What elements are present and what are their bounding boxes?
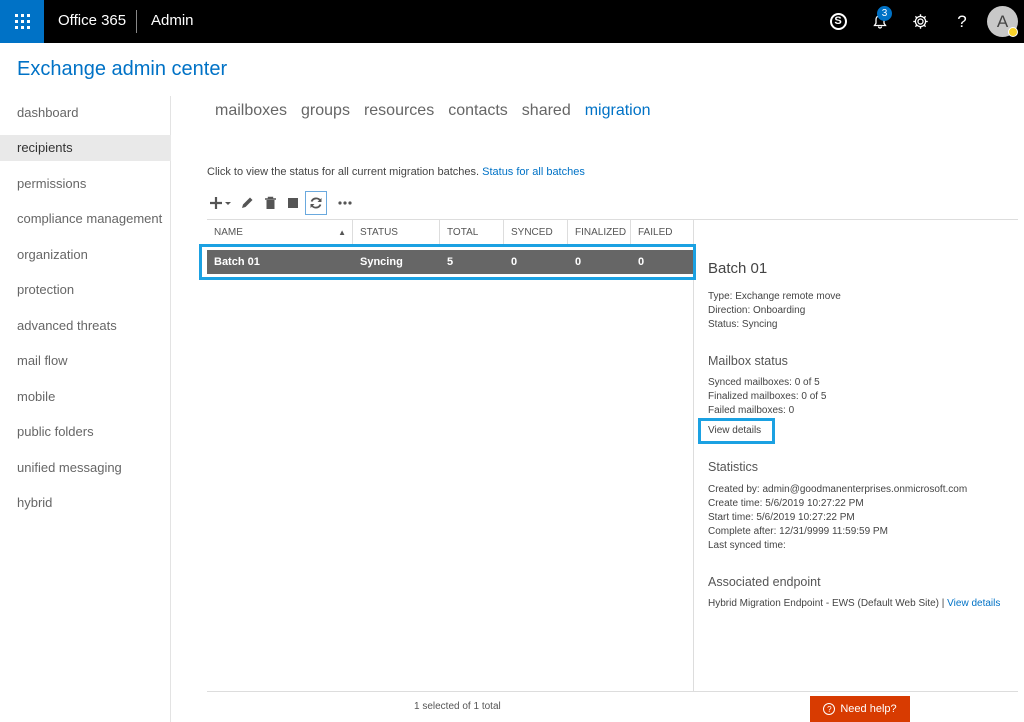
table-row[interactable]: Batch 01 Syncing 5 0 0 0 (207, 250, 694, 274)
view-details-link[interactable]: View details (708, 425, 761, 436)
column-header-synced[interactable]: SYNCED (504, 220, 568, 246)
tab-resources[interactable]: resources (364, 102, 434, 120)
cell-finalized: 0 (575, 256, 582, 268)
selection-count: 1 selected of 1 total (414, 701, 501, 712)
skype-icon[interactable]: S (818, 0, 858, 43)
column-header-status[interactable]: STATUS (353, 220, 440, 246)
toolbar (207, 190, 357, 216)
create-time: Create time: 5/6/2019 10:27:22 PM (708, 498, 864, 509)
cell-failed: 0 (638, 256, 645, 268)
statistics-heading: Statistics (708, 460, 759, 474)
table-header: NAME ▲ STATUS TOTAL SYNCED FINALIZED FAI… (207, 220, 694, 247)
refresh-icon[interactable] (305, 191, 327, 215)
admin-app-title[interactable]: Admin (151, 12, 194, 29)
details-type: Type: Exchange remote move (708, 291, 841, 302)
notification-badge: 3 (877, 6, 892, 21)
migration-info: Click to view the status for all current… (207, 166, 585, 178)
need-help-label: Need help? (840, 703, 897, 715)
recipient-tabs: mailboxes groups resources contacts shar… (215, 102, 665, 120)
tab-groups[interactable]: groups (301, 102, 350, 120)
tab-migration[interactable]: migration (585, 102, 651, 120)
sidebar-item-organization[interactable]: organization (0, 242, 171, 268)
sidebar-item-protection[interactable]: protection (0, 277, 171, 303)
sidebar-item-hybrid[interactable]: hybrid (0, 490, 171, 516)
created-by: Created by: admin@goodmanenterprises.onm… (708, 484, 968, 495)
sidebar-item-unified-messaging[interactable]: unified messaging (0, 455, 171, 481)
details-status: Status: Syncing (708, 319, 778, 330)
complete-after: Complete after: 12/31/9999 11:59:59 PM (708, 526, 888, 537)
page-title: Exchange admin center (17, 58, 228, 80)
last-synced-time: Last synced time: (708, 540, 786, 551)
endpoint-separator: | (939, 598, 948, 609)
failed-mailboxes: Failed mailboxes: 0 (708, 405, 795, 416)
info-text: Click to view the status for all current… (207, 166, 480, 178)
sidebar: dashboard recipients permissions complia… (0, 96, 171, 722)
tab-contacts[interactable]: contacts (448, 102, 508, 120)
status-all-batches-link[interactable]: Status for all batches (482, 166, 585, 178)
stop-icon[interactable] (282, 191, 304, 215)
topbar-divider (136, 10, 137, 33)
mailbox-status-heading: Mailbox status (708, 354, 788, 368)
cell-synced: 0 (511, 256, 518, 268)
top-bar: Office 365 Admin S 3 ? A (0, 0, 1024, 43)
grid-footer-divider (207, 691, 1018, 692)
endpoint-name: Hybrid Migration Endpoint - EWS (Default… (708, 598, 940, 609)
column-header-finalized[interactable]: FINALIZED (568, 220, 631, 246)
start-time: Start time: 5/6/2019 10:27:22 PM (708, 512, 855, 523)
column-header-name[interactable]: NAME ▲ (207, 220, 353, 246)
more-icon[interactable] (334, 191, 356, 215)
column-name-label: NAME (214, 227, 243, 238)
details-title: Batch 01 (708, 260, 768, 277)
gear-icon[interactable] (900, 0, 940, 43)
associated-endpoint-heading: Associated endpoint (708, 575, 821, 589)
endpoint-view-details-link[interactable]: View details (947, 598, 1000, 609)
office-365-brand[interactable]: Office 365 (58, 12, 126, 29)
sidebar-item-advanced-threats[interactable]: advanced threats (0, 313, 171, 339)
sidebar-item-compliance-management[interactable]: compliance management (0, 206, 171, 232)
skype-glyph: S (829, 13, 847, 30)
details-direction: Direction: Onboarding (708, 305, 806, 316)
migration-batches-grid: NAME ▲ STATUS TOTAL SYNCED FINALIZED FAI… (207, 219, 1018, 692)
status-indicator (1008, 27, 1018, 37)
synced-mailboxes: Synced mailboxes: 0 of 5 (708, 377, 820, 388)
help-icon[interactable]: ? (942, 0, 982, 43)
sidebar-item-dashboard[interactable]: dashboard (0, 100, 171, 126)
sidebar-item-permissions[interactable]: permissions (0, 171, 171, 197)
edit-icon[interactable] (236, 191, 258, 215)
finalized-mailboxes: Finalized mailboxes: 0 of 5 (708, 391, 827, 402)
need-help-button[interactable]: ? Need help? (810, 696, 910, 722)
sidebar-item-public-folders[interactable]: public folders (0, 419, 171, 445)
cell-name: Batch 01 (214, 256, 260, 268)
cell-total: 5 (447, 256, 454, 268)
tab-mailboxes[interactable]: mailboxes (215, 102, 287, 120)
tab-shared[interactable]: shared (522, 102, 571, 120)
column-header-total[interactable]: TOTAL (440, 220, 504, 246)
details-divider (693, 220, 694, 692)
help-circle-icon: ? (823, 703, 836, 715)
endpoint-line: Hybrid Migration Endpoint - EWS (Default… (708, 598, 1000, 609)
sidebar-item-recipients[interactable]: recipients (0, 135, 171, 161)
app-launcher-icon[interactable] (0, 0, 44, 43)
add-icon[interactable] (207, 191, 235, 215)
column-header-failed[interactable]: FAILED (631, 220, 694, 246)
delete-icon[interactable] (259, 191, 281, 215)
sidebar-item-mail-flow[interactable]: mail flow (0, 348, 171, 374)
sort-ascending-icon: ▲ (338, 228, 346, 237)
sidebar-item-mobile[interactable]: mobile (0, 384, 171, 410)
cell-status: Syncing (360, 256, 403, 268)
